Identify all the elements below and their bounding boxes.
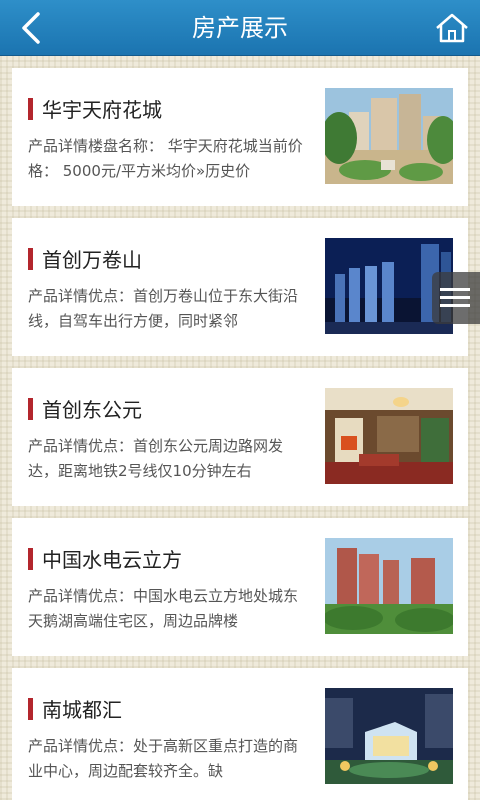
title-accent-bar <box>28 548 33 570</box>
listing-title: 首创万卷山 <box>42 248 142 272</box>
listing-title: 南城都汇 <box>42 698 122 722</box>
home-icon <box>436 13 468 43</box>
title-accent-bar <box>28 398 33 420</box>
listing-description: 产品详情优点：首创万卷山位于东大街沿线，自驾车出行方便，同时紧邻 <box>28 287 299 330</box>
top-bar: 房产展示 <box>0 0 480 56</box>
listing-title: 首创东公元 <box>42 398 142 422</box>
title-accent-bar <box>28 248 33 270</box>
listing-thumbnail <box>325 388 453 484</box>
home-button[interactable] <box>434 10 470 46</box>
listing-description: 产品详情楼盘名称： 华宇天府花城当前价格： 5000元/平方米均价»历史价 <box>28 137 303 180</box>
listing-title: 华宇天府花城 <box>42 98 162 122</box>
list-item[interactable]: 华宇天府花城 产品详情楼盘名称： 华宇天府花城当前价格： 5000元/平方米均价… <box>12 68 468 206</box>
listing-description: 产品详情优点：处于高新区重点打造的商业中心，周边配套较齐全。缺 <box>28 737 299 780</box>
listing-title: 中国水电云立方 <box>42 548 182 572</box>
listing-description: 产品详情优点：中国水电云立方地处城东天鹅湖高端住宅区，周边品牌楼 <box>28 587 299 630</box>
list-item[interactable]: 南城都汇 产品详情优点：处于高新区重点打造的商业中心，周边配套较齐全。缺 <box>12 668 468 800</box>
hamburger-menu-icon <box>440 296 470 299</box>
list-item[interactable]: 中国水电云立方 产品详情优点：中国水电云立方地处城东天鹅湖高端住宅区，周边品牌楼 <box>12 518 468 656</box>
listing-thumbnail <box>325 688 453 784</box>
listing-thumbnail <box>325 88 453 184</box>
hamburger-menu-icon <box>440 288 470 291</box>
floating-menu-button[interactable] <box>432 272 480 324</box>
listing-thumbnail <box>325 538 453 634</box>
list-item[interactable]: 首创万卷山 产品详情优点：首创万卷山位于东大街沿线，自驾车出行方便，同时紧邻 <box>12 218 468 356</box>
title-accent-bar <box>28 98 33 120</box>
hamburger-menu-icon <box>440 304 470 307</box>
title-accent-bar <box>28 698 33 720</box>
list-item[interactable]: 首创东公元 产品详情优点：首创东公元周边路网发达，距离地铁2号线仅10分钟左右 <box>12 368 468 506</box>
page-title: 房产展示 <box>192 14 288 42</box>
listing-description: 产品详情优点：首创东公元周边路网发达，距离地铁2号线仅10分钟左右 <box>28 437 284 480</box>
